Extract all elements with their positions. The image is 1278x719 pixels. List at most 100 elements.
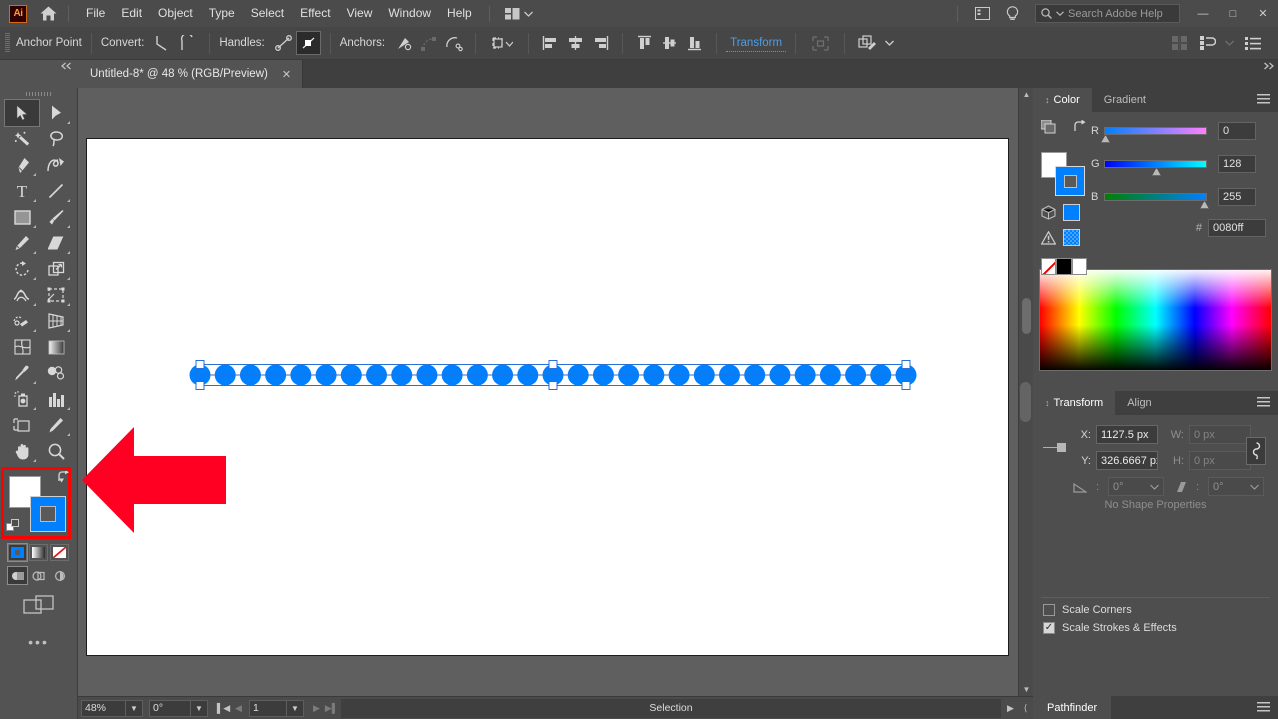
next-page-icon[interactable]: ▶ <box>309 698 324 718</box>
shape-builder-tool[interactable] <box>5 308 39 334</box>
menu-edit[interactable]: Edit <box>113 0 150 27</box>
slider-knob-b[interactable] <box>1200 201 1209 209</box>
mesh-tool[interactable] <box>5 334 39 360</box>
scroll-up-icon[interactable]: ▲ <box>1019 88 1034 101</box>
effects-dropdown-button[interactable] <box>880 31 898 55</box>
rotate-tool[interactable] <box>5 256 39 282</box>
scale-strokes-checkbox[interactable]: ✓ <box>1043 622 1055 634</box>
scale-strokes-row[interactable]: ✓ Scale Strokes & Effects <box>1033 616 1278 634</box>
slider-value-g[interactable]: 128 <box>1218 155 1256 173</box>
tab-align[interactable]: Align <box>1115 391 1163 415</box>
hex-value-input[interactable]: 0080ff <box>1208 219 1266 237</box>
change-screen-mode-button[interactable] <box>0 594 77 616</box>
distribute-spacing-button[interactable] <box>1194 31 1220 55</box>
edit-toolbar-icon[interactable]: ••• <box>0 634 77 650</box>
symbol-sprayer-tool[interactable] <box>5 386 39 412</box>
curvature-tool[interactable] <box>39 152 73 178</box>
menu-effect[interactable]: Effect <box>292 0 338 27</box>
current-color-swatch[interactable] <box>1063 204 1080 221</box>
draw-behind-button[interactable] <box>29 567 48 584</box>
shear-angle-select[interactable]: 0° <box>1208 477 1264 496</box>
swap-fill-stroke-icon[interactable] <box>58 470 70 486</box>
rotation-value[interactable]: 0° <box>149 699 191 717</box>
y-input[interactable]: 326.6667 px <box>1096 451 1158 470</box>
color-panel-stroke-swatch[interactable] <box>1055 166 1085 196</box>
align-vertical-center-button[interactable] <box>657 31 682 55</box>
menu-help[interactable]: Help <box>439 0 480 27</box>
websafe-color-swatch[interactable] <box>1063 229 1080 246</box>
constrain-proportions-icon[interactable] <box>1246 437 1266 465</box>
slider-value-b[interactable]: 255 <box>1218 188 1256 206</box>
scale-corners-row[interactable]: ✓ Scale Corners <box>1033 598 1278 616</box>
draw-inside-button[interactable] <box>50 567 69 584</box>
menu-select[interactable]: Select <box>243 0 292 27</box>
h-input[interactable]: 0 px <box>1189 451 1251 470</box>
transform-panel-menu-icon[interactable] <box>1257 397 1270 408</box>
free-transform-tool[interactable] <box>39 282 73 308</box>
zoom-level-control[interactable]: 48% ▼ <box>81 699 143 717</box>
stroke-swatch[interactable] <box>30 496 66 532</box>
perspective-grid-tool[interactable] <box>39 308 73 334</box>
rotate-angle-select[interactable]: 0° <box>1108 477 1164 496</box>
document-tab[interactable]: Untitled-8* @ 48 % (RGB/Preview) ✕ <box>78 60 304 88</box>
page-number-value[interactable]: 1 <box>249 699 287 717</box>
align-left-button[interactable] <box>538 31 563 55</box>
slider-knob-g[interactable] <box>1152 168 1161 176</box>
slice-tool[interactable] <box>39 412 73 438</box>
reference-point-icon[interactable] <box>1043 443 1066 452</box>
last-page-icon[interactable]: ▶▌ <box>324 698 339 718</box>
slider-track-g[interactable] <box>1104 160 1207 176</box>
transform-link[interactable]: Transform <box>726 35 787 52</box>
swap-fill-stroke-icon[interactable] <box>1073 120 1087 133</box>
reshape-button[interactable] <box>805 31 835 55</box>
hide-handles-button[interactable] <box>295 31 321 55</box>
discover-button[interactable] <box>997 0 1027 27</box>
tab-transform[interactable]: ↕ Transform <box>1033 391 1116 415</box>
color-panel-menu-icon[interactable] <box>1257 94 1270 105</box>
slider-value-r[interactable]: 0 <box>1218 122 1256 140</box>
slider-track-r[interactable] <box>1101 127 1207 143</box>
scroll-down-icon[interactable]: ▼ <box>1019 683 1034 696</box>
tab-pathfinder[interactable]: Pathfinder <box>1033 696 1112 719</box>
tab-color[interactable]: ↕ Color <box>1033 88 1092 112</box>
effects-button[interactable] <box>854 31 880 55</box>
menu-window[interactable]: Window <box>380 0 439 27</box>
w-input[interactable]: 0 px <box>1189 425 1251 444</box>
fill-stroke-control[interactable] <box>1 467 72 539</box>
menu-view[interactable]: View <box>339 0 381 27</box>
page-dropdown-icon[interactable]: ▼ <box>287 699 304 717</box>
control-bar-grip[interactable] <box>5 33 10 53</box>
tab-gradient[interactable]: Gradient <box>1092 88 1158 112</box>
selection-tool[interactable] <box>4 99 40 127</box>
close-tab-icon[interactable]: ✕ <box>282 68 291 81</box>
convert-to-smooth-button[interactable] <box>175 31 200 55</box>
blend-tool[interactable] <box>39 360 73 386</box>
convert-to-corner-button[interactable] <box>150 31 175 55</box>
pen-tool[interactable] <box>5 152 39 178</box>
isolate-selected-button[interactable] <box>485 31 519 55</box>
x-input[interactable]: 1127.5 px <box>1096 425 1158 444</box>
dotted-line-path[interactable] <box>78 88 1033 696</box>
draw-normal-button[interactable] <box>7 566 28 585</box>
color-fill-stroke-swatches[interactable] <box>1041 152 1085 196</box>
minimize-button[interactable]: — <box>1188 0 1218 27</box>
scale-corners-checkbox[interactable]: ✓ <box>1043 604 1055 616</box>
scale-tool[interactable] <box>39 256 73 282</box>
show-handles-button[interactable] <box>271 31 296 55</box>
status-text[interactable]: Selection <box>341 698 1001 718</box>
rotation-control[interactable]: 0° ▼ <box>149 699 208 717</box>
black-swatch[interactable] <box>1056 258 1072 275</box>
remove-anchor-button[interactable] <box>391 31 416 55</box>
menu-object[interactable]: Object <box>150 0 201 27</box>
default-fill-stroke-icon[interactable] <box>6 519 20 536</box>
eraser-tool[interactable] <box>39 230 73 256</box>
vertical-scroll-thumb[interactable] <box>1022 298 1031 334</box>
gradient-fill-mode-button[interactable] <box>29 544 48 561</box>
zoom-tool[interactable] <box>39 438 73 464</box>
type-tool[interactable]: T <box>5 178 39 204</box>
menu-file[interactable]: File <box>78 0 113 27</box>
direct-selection-tool[interactable] <box>39 100 73 126</box>
home-icon[interactable] <box>37 0 59 27</box>
arrange-documents-button[interactable] <box>499 0 539 27</box>
close-button[interactable]: ✕ <box>1248 0 1278 27</box>
